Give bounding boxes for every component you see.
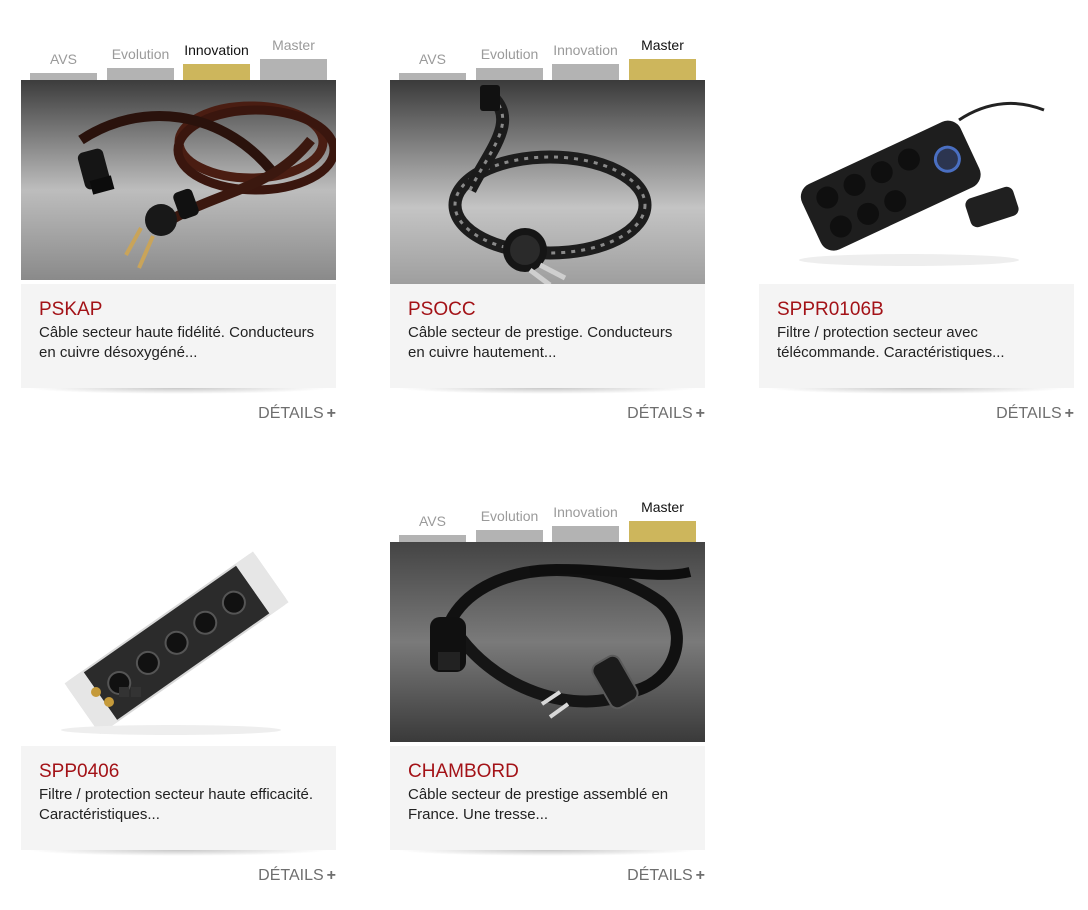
range-tab-master[interactable]: Master bbox=[629, 499, 696, 552]
product-description: Câble secteur de prestige assemblé en Fr… bbox=[408, 786, 669, 823]
range-tab-label: Evolution bbox=[480, 46, 539, 62]
details-link[interactable]: DÉTAILS + bbox=[258, 867, 336, 885]
range-tab-evolution[interactable]: Evolution bbox=[107, 46, 174, 80]
range-tab-bar bbox=[629, 521, 696, 542]
range-tab-label: Evolution bbox=[111, 46, 170, 62]
details-label: DÉTAILS bbox=[627, 867, 693, 884]
range-tab-master[interactable]: Master bbox=[629, 37, 696, 90]
details-link[interactable]: DÉTAILS + bbox=[258, 405, 336, 423]
product-name-link[interactable]: CHAMBORD bbox=[408, 761, 687, 783]
range-tab-bar bbox=[476, 68, 543, 80]
range-tab-master[interactable]: Master bbox=[260, 37, 327, 80]
product-name-link[interactable]: SPP0406 bbox=[39, 761, 318, 783]
range-tab-label: Master bbox=[641, 37, 684, 53]
range-tab-label: Innovation bbox=[553, 42, 618, 58]
plus-icon: + bbox=[695, 405, 705, 422]
range-tab-label: AVS bbox=[419, 513, 446, 529]
product-info: PSOCC Câble secteur de prestige. Conduct… bbox=[390, 284, 705, 394]
details-link[interactable]: DÉTAILS + bbox=[996, 405, 1074, 423]
range-tab-avs[interactable]: AVS bbox=[399, 51, 466, 80]
product-image[interactable] bbox=[390, 80, 705, 293]
details-link[interactable]: DÉTAILS + bbox=[627, 867, 705, 885]
details-label: DÉTAILS bbox=[996, 405, 1062, 422]
range-tab-innovation[interactable]: Innovation bbox=[552, 504, 619, 542]
product-info: SPPR0106B Filtre / protection secteur av… bbox=[759, 284, 1074, 394]
range-selector: AVS Evolution Innovation Master bbox=[399, 462, 697, 552]
range-selector: AVS Evolution Innovation Master bbox=[399, 0, 697, 90]
product-image[interactable] bbox=[21, 80, 336, 280]
range-tab-bar bbox=[107, 68, 174, 80]
product-description: Câble secteur haute fidélité. Conducteur… bbox=[39, 324, 315, 361]
range-tab-bar bbox=[476, 530, 543, 542]
product-description: Filtre / protection secteur haute effica… bbox=[39, 786, 314, 823]
range-selector: AVS Evolution Innovation Master bbox=[30, 0, 328, 90]
details-label: DÉTAILS bbox=[258, 867, 324, 884]
range-tab-label: Master bbox=[272, 37, 315, 53]
product-name-link[interactable]: PSKAP bbox=[39, 299, 318, 321]
range-tab-avs[interactable]: AVS bbox=[30, 51, 97, 80]
range-tab-label: Innovation bbox=[184, 42, 249, 58]
product-name-link[interactable]: PSOCC bbox=[408, 299, 687, 321]
range-tab-bar bbox=[552, 526, 619, 542]
product-image[interactable] bbox=[759, 80, 1074, 280]
plus-icon: + bbox=[326, 405, 336, 422]
range-tab-bar bbox=[399, 535, 466, 542]
product-description: Câble secteur de prestige. Conducteurs e… bbox=[408, 324, 673, 361]
product-info: PSKAP Câble secteur haute fidélité. Cond… bbox=[21, 284, 336, 394]
details-label: DÉTAILS bbox=[258, 405, 324, 422]
range-tab-bar bbox=[552, 64, 619, 80]
range-tab-label: Innovation bbox=[553, 504, 618, 520]
plus-icon: + bbox=[695, 867, 705, 884]
details-label: DÉTAILS bbox=[627, 405, 693, 422]
range-tab-label: Evolution bbox=[480, 508, 539, 524]
product-image[interactable] bbox=[390, 542, 705, 742]
plus-icon: + bbox=[326, 867, 336, 884]
range-tab-bar bbox=[399, 73, 466, 80]
product-name-link[interactable]: SPPR0106B bbox=[777, 299, 1056, 321]
range-tab-label: AVS bbox=[419, 51, 446, 67]
range-tab-innovation[interactable]: Innovation bbox=[552, 42, 619, 80]
plus-icon: + bbox=[1064, 405, 1074, 422]
range-tab-bar bbox=[629, 59, 696, 80]
range-tab-bar bbox=[183, 64, 250, 80]
range-tab-avs[interactable]: AVS bbox=[399, 513, 466, 542]
range-tab-evolution[interactable]: Evolution bbox=[476, 46, 543, 80]
range-tab-label: Master bbox=[641, 499, 684, 515]
product-image[interactable] bbox=[21, 542, 336, 742]
details-link[interactable]: DÉTAILS + bbox=[627, 405, 705, 423]
product-info: CHAMBORD Câble secteur de prestige assem… bbox=[390, 746, 705, 856]
range-tab-label: AVS bbox=[50, 51, 77, 67]
range-tab-bar bbox=[260, 59, 327, 80]
range-tab-evolution[interactable]: Evolution bbox=[476, 508, 543, 542]
product-info: SPP0406 Filtre / protection secteur haut… bbox=[21, 746, 336, 856]
range-tab-bar bbox=[30, 73, 97, 80]
range-tab-innovation[interactable]: Innovation bbox=[183, 42, 250, 90]
product-description: Filtre / protection secteur avec télécom… bbox=[777, 324, 1005, 361]
